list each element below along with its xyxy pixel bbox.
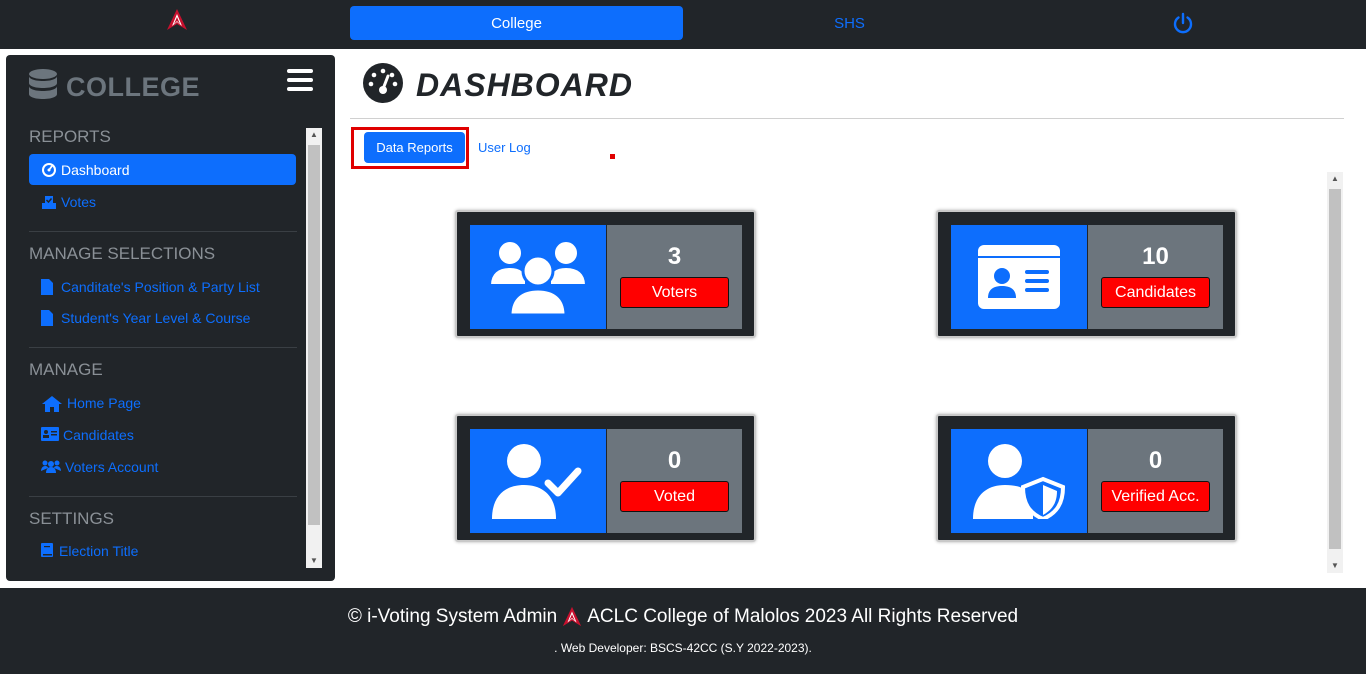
scroll-down-arrow-icon[interactable]: ▼	[306, 554, 322, 568]
user-shield-icon	[951, 429, 1087, 533]
stat-label-button[interactable]: Voted	[620, 481, 729, 512]
sidebar-item-label: Canditate's Position & Party List	[61, 278, 260, 295]
footer-developer: . Web Developer: BSCS-42CC (S.Y 2022-202…	[554, 641, 812, 655]
database-icon	[28, 68, 58, 107]
marker-dot	[610, 154, 615, 159]
stat-label-button[interactable]: Candidates	[1101, 277, 1210, 308]
footer: © i-Voting System Admin ACLC College of …	[0, 588, 1366, 674]
users-icon	[41, 459, 61, 475]
sidebar: COLLEGE REPORTS Dashboard Votes MANAGE S…	[6, 55, 335, 581]
sidebar-item-voters-account[interactable]: Voters Account	[29, 451, 296, 482]
stat-value: 0	[667, 447, 682, 474]
divider	[29, 231, 297, 232]
footer-copyright: © i-Voting System Admin ACLC College of …	[0, 606, 1366, 628]
vote-box-icon	[41, 194, 57, 210]
stat-panel: 3 Voters	[607, 225, 742, 329]
users-icon	[470, 225, 606, 329]
tab-shs[interactable]: SHS	[683, 6, 1016, 40]
sidebar-item-label: Voters Account	[65, 458, 159, 475]
stat-value: 3	[667, 243, 682, 270]
sidebar-brand-title: COLLEGE	[66, 71, 201, 102]
sidebar-item-votes[interactable]: Votes	[29, 186, 296, 217]
stat-value: 0	[1148, 447, 1163, 474]
sidebar-item-label: Home Page	[67, 394, 141, 411]
tab-data-reports[interactable]: Data Reports	[364, 132, 465, 163]
gauge-icon	[41, 162, 57, 178]
scroll-up-arrow-icon[interactable]: ▲	[1327, 172, 1343, 186]
sidebar-item-label: Votes	[61, 193, 97, 210]
tab-user-log[interactable]: User Log	[478, 140, 531, 155]
stat-card-candidates[interactable]: 10 Candidates	[936, 210, 1237, 338]
dashboard-gauge-icon	[362, 62, 404, 109]
page-title: DASHBOARD	[362, 62, 633, 109]
aclc-logo-icon	[561, 606, 583, 628]
sidebar-scrollbar[interactable]: ▲ ▼	[306, 128, 322, 568]
aclc-logo-icon[interactable]	[165, 8, 189, 32]
section-manage-selections: MANAGE SELECTIONS	[29, 244, 216, 263]
stat-card-verified-accounts[interactable]: 0 Verified Acc.	[936, 414, 1237, 542]
sidebar-item-position-party[interactable]: Canditate's Position & Party List	[29, 271, 296, 302]
top-navbar: College SHS	[0, 0, 1366, 49]
section-manage: MANAGE	[29, 360, 103, 379]
id-card-icon	[41, 426, 59, 443]
file-icon	[41, 278, 57, 295]
stat-label-button[interactable]: Verified Acc.	[1101, 481, 1210, 512]
scrollbar-thumb[interactable]	[1329, 189, 1341, 549]
divider	[29, 347, 297, 348]
sidebar-item-label: Candidates	[63, 426, 134, 443]
stat-label-button[interactable]: Voters	[620, 277, 729, 308]
file-icon	[41, 309, 57, 326]
divider	[350, 118, 1344, 119]
sidebar-item-election-title[interactable]: Election Title	[29, 535, 296, 566]
scroll-down-arrow-icon[interactable]: ▼	[1327, 559, 1343, 573]
sidebar-item-year-course[interactable]: Student's Year Level & Course	[29, 302, 296, 333]
section-settings: SETTINGS	[29, 509, 115, 528]
sidebar-item-label: Dashboard	[61, 161, 130, 178]
content-scrollbar[interactable]: ▲ ▼	[1327, 172, 1343, 573]
hamburger-menu-icon[interactable]	[287, 69, 313, 91]
book-icon	[41, 542, 55, 559]
stat-panel: 0 Verified Acc.	[1088, 429, 1223, 533]
stat-card-voters[interactable]: 3 Voters	[455, 210, 756, 338]
stat-value: 10	[1142, 243, 1169, 270]
section-reports: REPORTS	[29, 127, 111, 146]
user-check-icon	[470, 429, 606, 533]
page-title-text: DASHBOARD	[416, 67, 633, 103]
home-icon	[41, 395, 63, 412]
sidebar-item-candidates[interactable]: Candidates	[29, 419, 296, 450]
stat-panel: 0 Voted	[607, 429, 742, 533]
scroll-up-arrow-icon[interactable]: ▲	[306, 128, 322, 142]
stat-card-voted[interactable]: 0 Voted	[455, 414, 756, 542]
scrollbar-thumb[interactable]	[308, 145, 320, 525]
divider	[29, 496, 297, 497]
sidebar-menu: REPORTS Dashboard Votes MANAGE SELECTION…	[6, 125, 306, 569]
footer-copyright-left: © i-Voting System Admin	[347, 606, 558, 627]
sidebar-item-dashboard[interactable]: Dashboard	[29, 154, 296, 185]
id-card-icon	[951, 225, 1087, 329]
tab-college[interactable]: College	[350, 6, 683, 40]
sidebar-brand: COLLEGE	[28, 67, 200, 107]
sidebar-item-home-page[interactable]: Home Page	[29, 387, 296, 418]
power-logout-icon[interactable]	[1171, 11, 1195, 35]
footer-copyright-right: ACLC College of Malolos 2023 All Rights …	[587, 606, 1019, 627]
stat-panel: 10 Candidates	[1088, 225, 1223, 329]
sidebar-item-label: Student's Year Level & Course	[61, 309, 251, 326]
sidebar-item-label: Election Title	[59, 542, 139, 559]
